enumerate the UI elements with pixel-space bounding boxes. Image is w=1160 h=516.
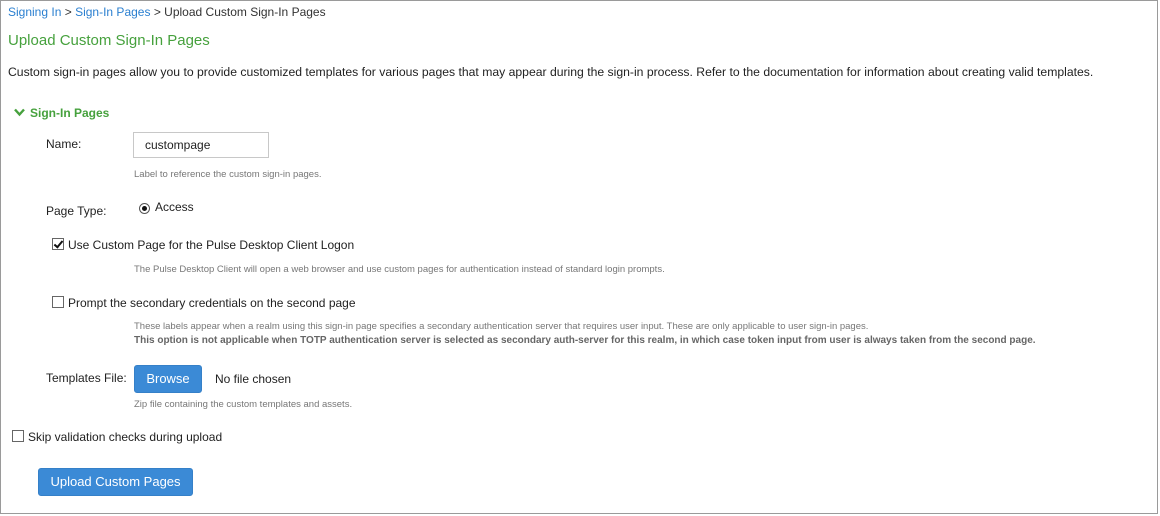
- page-type-label: Page Type:: [46, 204, 107, 218]
- skip-validation-label: Skip validation checks during upload: [28, 430, 223, 444]
- breadcrumb-separator: >: [64, 5, 72, 19]
- page-type-access-radio[interactable]: [139, 203, 150, 214]
- prompt-secondary-help-text: These labels appear when a realm using t…: [134, 321, 869, 332]
- page-title: Upload Custom Sign-In Pages: [8, 32, 210, 49]
- prompt-secondary-checkbox[interactable]: [52, 296, 64, 308]
- section-title: Sign-In Pages: [30, 106, 110, 120]
- upload-custom-pages-button[interactable]: Upload Custom Pages: [38, 468, 193, 496]
- section-toggle-sign-in-pages[interactable]: Sign-In Pages: [14, 106, 109, 120]
- page-type-access-label: Access: [155, 200, 194, 214]
- templates-file-label: Templates File:: [46, 371, 127, 385]
- breadcrumb-link-signing-in[interactable]: Signing In: [8, 5, 61, 19]
- breadcrumb: Signing In > Sign-In Pages > Upload Cust…: [8, 5, 326, 19]
- name-label: Name:: [46, 137, 82, 151]
- breadcrumb-separator: >: [153, 5, 161, 19]
- skip-validation-checkbox[interactable]: [12, 430, 24, 442]
- use-custom-page-label: Use Custom Page for the Pulse Desktop Cl…: [68, 238, 355, 252]
- chevron-down-icon: [14, 106, 26, 120]
- prompt-secondary-label: Prompt the secondary credentials on the …: [68, 296, 356, 310]
- browse-button[interactable]: Browse: [134, 365, 202, 393]
- use-custom-page-checkbox[interactable]: [52, 238, 64, 250]
- page-description: Custom sign-in pages allow you to provid…: [8, 65, 1094, 79]
- file-status: No file chosen: [215, 372, 292, 386]
- breadcrumb-link-sign-in-pages[interactable]: Sign-In Pages: [75, 5, 150, 19]
- name-help-text: Label to reference the custom sign-in pa…: [134, 169, 322, 180]
- use-custom-page-help-text: The Pulse Desktop Client will open a web…: [134, 264, 665, 275]
- prompt-secondary-note: This option is not applicable when TOTP …: [134, 335, 1036, 346]
- name-input[interactable]: [133, 132, 269, 158]
- templates-file-help-text: Zip file containing the custom templates…: [134, 399, 353, 410]
- breadcrumb-current: Upload Custom Sign-In Pages: [164, 5, 326, 19]
